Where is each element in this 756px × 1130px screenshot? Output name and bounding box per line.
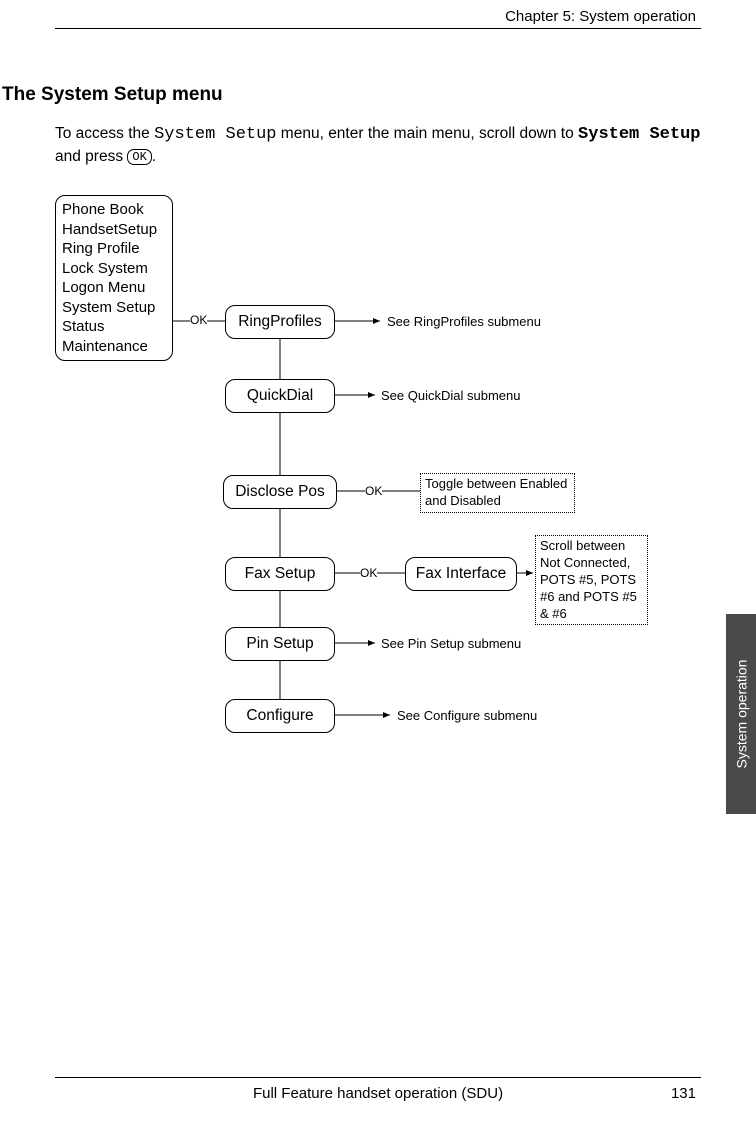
note-quickdial: See QuickDial submenu: [381, 388, 520, 403]
intro-text: and press: [55, 148, 127, 165]
note-ringprofiles: See RingProfiles submenu: [387, 314, 541, 329]
node-configure: Configure: [225, 699, 335, 733]
ok-connector-label: OK: [190, 313, 207, 327]
list-item: HandsetSetup: [62, 220, 166, 240]
header-rule: [55, 28, 701, 29]
chapter-header: Chapter 5: System operation: [505, 8, 696, 25]
node-pin: Pin Setup: [225, 627, 335, 661]
intro-mono-2: System Setup: [578, 125, 700, 144]
node-ringprofiles: RingProfiles: [225, 305, 335, 339]
intro-text: To access the: [55, 125, 154, 142]
note-configure: See Configure submenu: [397, 708, 537, 723]
list-item: Phone Book: [62, 200, 166, 220]
node-faxinterface: Fax Interface: [405, 557, 517, 591]
main-menu-box: Phone Book HandsetSetup Ring Profile Loc…: [55, 195, 173, 361]
side-tab: System operation: [726, 614, 756, 814]
list-item: Ring Profile: [62, 239, 166, 259]
intro-text: .: [152, 148, 156, 165]
list-item: Maintenance: [62, 337, 166, 357]
dashed-disclose: Toggle between Enabled and Disabled: [420, 473, 575, 513]
footer-rule: [55, 1077, 701, 1078]
dashed-fax: Scroll between Not Connected, POTS #5, P…: [535, 535, 648, 625]
note-pin: See Pin Setup submenu: [381, 636, 521, 651]
footer-text: Full Feature handset operation (SDU): [0, 1085, 756, 1102]
list-item: System Setup: [62, 298, 166, 318]
page-number: 131: [671, 1085, 696, 1102]
section-title: The System Setup menu: [2, 84, 223, 106]
node-disclose: Disclose Pos: [223, 475, 337, 509]
list-item: Logon Menu: [62, 278, 166, 298]
ok-connector-label: OK: [365, 484, 382, 498]
intro-paragraph: To access the System Setup menu, enter t…: [55, 124, 701, 168]
list-item: Status: [62, 317, 166, 337]
ok-connector-label: OK: [360, 566, 377, 580]
node-quickdial: QuickDial: [225, 379, 335, 413]
menu-diagram: Phone Book HandsetSetup Ring Profile Loc…: [55, 195, 695, 755]
ok-key-icon: OK: [127, 149, 151, 165]
list-item: Lock System: [62, 259, 166, 279]
intro-mono-1: System Setup: [154, 125, 276, 144]
node-fax: Fax Setup: [225, 557, 335, 591]
intro-text: menu, enter the main menu, scroll down t…: [277, 125, 579, 142]
side-tab-label: System operation: [733, 660, 749, 769]
